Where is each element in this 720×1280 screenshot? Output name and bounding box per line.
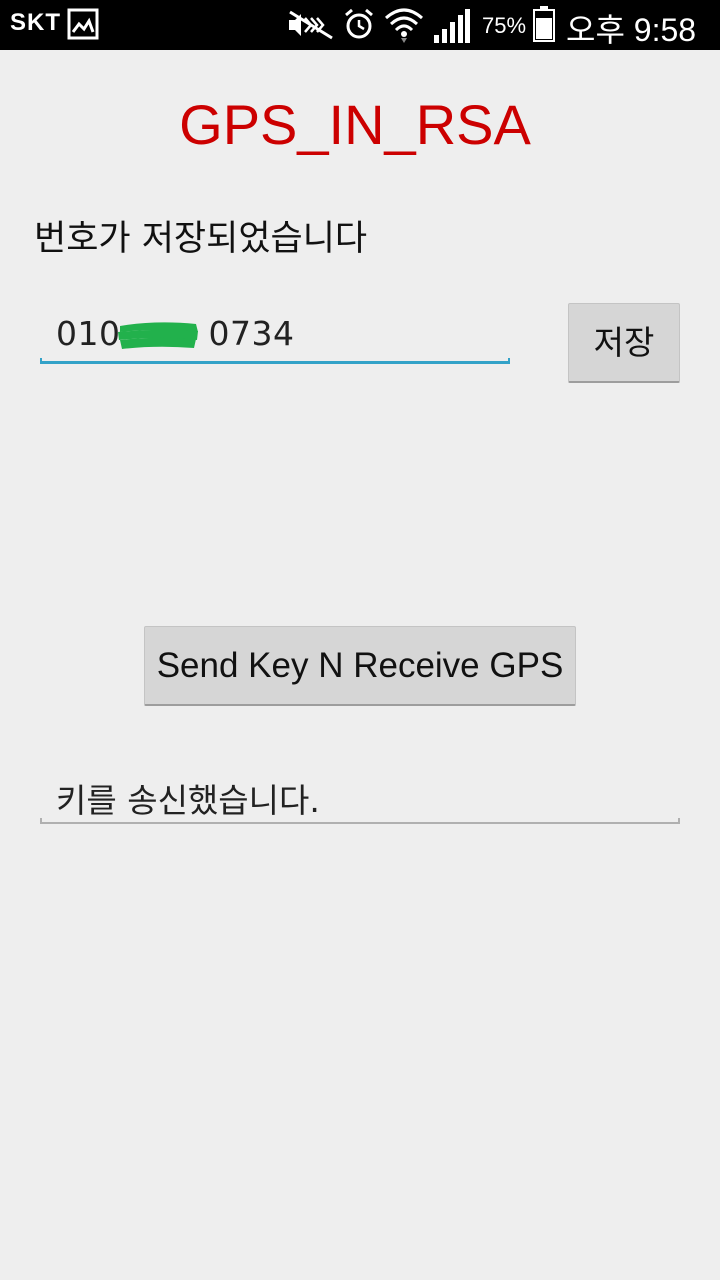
carrier-label: SKT (10, 9, 61, 36)
phone-number-input[interactable]: 010 0734 (40, 310, 510, 364)
wifi-icon (385, 8, 423, 43)
gallery-icon (67, 8, 99, 40)
result-text-field[interactable]: 키를 송신했습니다. (40, 768, 680, 824)
status-message: 번호가 저장되었습니다 (34, 219, 368, 259)
phone-input-underline (40, 358, 510, 364)
status-bar: SKT 75% 오후 9:58 (0, 0, 720, 50)
save-button[interactable]: 저장 (568, 303, 680, 383)
send-key-receive-gps-button[interactable]: Send Key N Receive GPS (144, 626, 576, 706)
result-text: 키를 송신했습니다. (56, 781, 320, 820)
phone-number-suffix: 0734 (208, 314, 295, 353)
battery-icon (533, 6, 555, 42)
alarm-icon (345, 8, 373, 39)
phone-number-prefix: 010 (56, 314, 121, 353)
clock: 오후 9:58 (566, 12, 697, 48)
mute-icon (289, 10, 333, 40)
signal-icon (434, 9, 470, 43)
result-field-underline (40, 818, 680, 824)
battery-percent: 75% (482, 13, 527, 38)
redaction-mark (118, 322, 198, 349)
app-title: GPS_IN_RSA (179, 93, 531, 156)
